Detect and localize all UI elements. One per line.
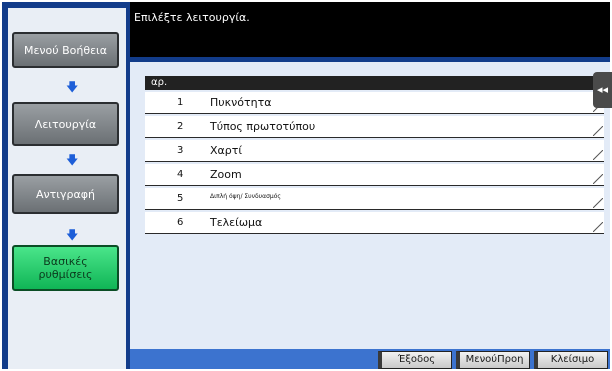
side-collapse-tab[interactable]: ◂◂ [593, 72, 612, 108]
content-panel: αρ. 1 Πυκνότητα 2 Τύπος πρωτοτύπου 3 Χαρ… [130, 62, 610, 349]
row-number: 4 [177, 169, 184, 180]
table-header: αρ. [145, 76, 604, 90]
row-number: 5 [177, 193, 184, 204]
row-number: 3 [177, 145, 184, 156]
basic-settings-label-1: Βασικές [43, 255, 88, 268]
function-button[interactable]: Λειτουργία [12, 102, 119, 146]
corner-mark-icon [593, 150, 603, 160]
copy-label: Αντιγραφή [36, 187, 95, 201]
table-row[interactable]: 6 Τελείωμα [145, 212, 604, 234]
help-menu-button[interactable]: Μενού Βοήθεια [12, 32, 119, 68]
row-label: Zoom [210, 168, 242, 181]
basic-settings-button[interactable]: Βασικές ρυθμίσεις [12, 245, 119, 291]
table-row[interactable]: 3 Χαρτί [145, 140, 604, 162]
copy-button[interactable]: Αντιγραφή [12, 174, 119, 214]
exit-button[interactable]: Έξοδος [378, 351, 452, 369]
menu-prev-button[interactable]: ΜενούΠροη [456, 351, 530, 369]
arrow-down-icon: 🡇 [66, 153, 79, 167]
corner-mark-icon [593, 174, 603, 184]
row-label: Τύπος πρωτοτύπου [210, 120, 316, 133]
arrow-down-icon: 🡇 [66, 228, 79, 242]
basic-settings-label-2: ρυθμίσεις [38, 268, 93, 281]
row-label: Διπλή όψη/ Συνδυασμός [210, 193, 281, 200]
table-row[interactable]: 1 Πυκνότητα [145, 92, 604, 114]
table-row[interactable]: 5 Διπλή όψη/ Συνδυασμός [145, 188, 604, 210]
instruction-text: Επιλέξτε λειτουργία. [134, 11, 250, 24]
row-label: Πυκνότητα [210, 96, 272, 109]
row-number: 6 [177, 217, 184, 228]
table-row[interactable]: 4 Zoom [145, 164, 604, 186]
row-number: 2 [177, 121, 184, 132]
corner-mark-icon [593, 126, 603, 136]
row-number: 1 [177, 97, 184, 108]
corner-mark-icon [593, 198, 603, 208]
help-menu-label: Μενού Βοήθεια [23, 43, 108, 57]
message-bar: Επιλέξτε λειτουργία. [130, 2, 610, 57]
arrow-down-icon: 🡇 [66, 80, 79, 94]
row-label: Χαρτί [210, 144, 243, 157]
corner-mark-icon [593, 222, 603, 232]
left-nav-panel: Μενού Βοήθεια 🡇 Λειτουργία 🡇 Αντιγραφή 🡇… [8, 8, 126, 369]
row-label: Τελείωμα [210, 216, 263, 229]
close-button[interactable]: Κλείσιμο [534, 351, 608, 369]
function-label: Λειτουργία [34, 117, 97, 131]
function-table: αρ. 1 Πυκνότητα 2 Τύπος πρωτοτύπου 3 Χαρ… [145, 76, 604, 234]
table-row[interactable]: 2 Τύπος πρωτοτύπου [145, 116, 604, 138]
